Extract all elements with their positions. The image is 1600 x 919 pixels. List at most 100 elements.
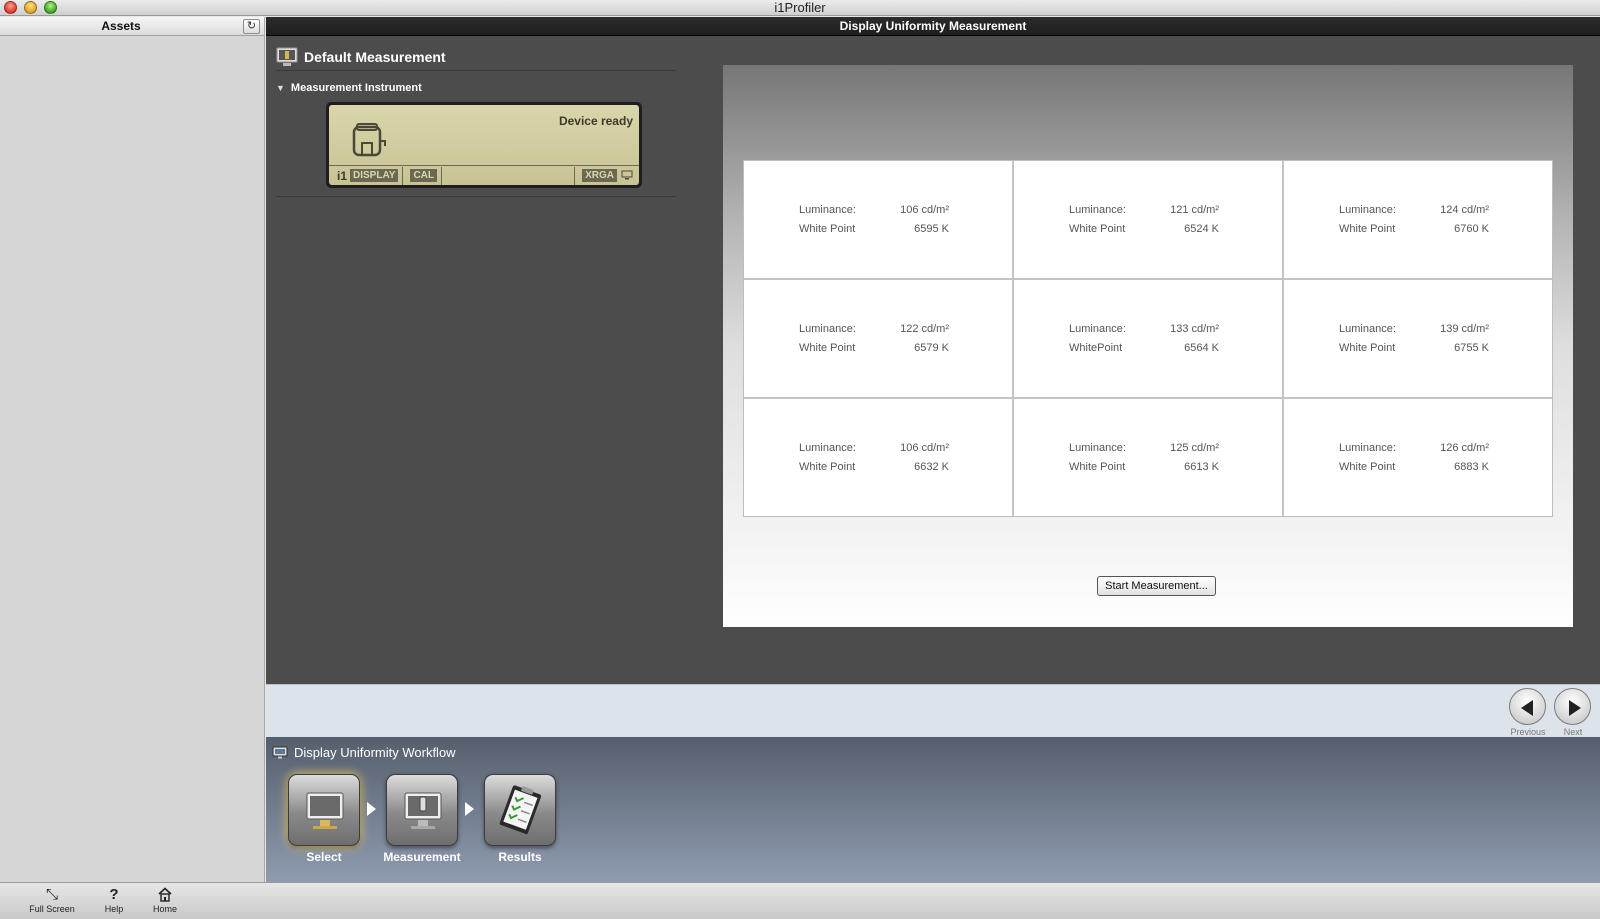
measurement-set-icon [276, 47, 298, 67]
lcd-tag-cal: CAL [410, 169, 437, 182]
luminance-value: 125 cd/m² [1170, 442, 1219, 454]
luminance-label: Luminance: [799, 442, 856, 454]
luminance-label: Luminance: [1069, 204, 1126, 216]
uniformity-panel: Luminance: 106 cd/m² White Point 6595 K Lu… [723, 65, 1573, 627]
luminance-value: 133 cd/m² [1170, 323, 1219, 335]
luminance-value: 121 cd/m² [1170, 204, 1219, 216]
start-measurement-button[interactable]: Start Measurement... [1097, 576, 1216, 596]
workflow-title-text: Display Uniformity Workflow [294, 745, 456, 760]
white-point-label: White Point [1069, 223, 1126, 235]
lcd-tag-display: DISPLAY [350, 169, 399, 182]
step-measurement-button[interactable] [386, 774, 458, 846]
home-label: Home [152, 904, 177, 914]
measurement-cell: Luminance: 133 cd/m² WhitePoint 6564 K [1014, 280, 1282, 397]
step-arrow-icon [465, 802, 474, 816]
white-point-label: White Point [799, 223, 856, 235]
workflow-title: Display Uniformity Workflow [272, 745, 456, 760]
assets-sidebar: Assets ↻ [0, 17, 265, 882]
fullscreen-icon: ⤡ [45, 886, 58, 903]
luminance-value: 122 cd/m² [900, 323, 949, 335]
divider [276, 196, 676, 197]
window-title: i1Profiler [774, 0, 826, 15]
white-point-value: 6524 K [1184, 223, 1219, 235]
next-button[interactable] [1554, 688, 1591, 725]
navigation-strip: Previous Next [266, 684, 1600, 738]
divider [276, 70, 676, 71]
white-point-value: 6613 K [1184, 461, 1219, 473]
assets-header: Assets ↻ [0, 17, 264, 36]
left-arrow-icon [1521, 700, 1533, 716]
measurement-cell: Luminance: 125 cd/m² White Point 6613 K [1014, 399, 1282, 516]
lcd-tag-xrga: XRGA [582, 169, 617, 182]
display-icon [621, 169, 633, 183]
fullscreen-button[interactable]: ⤡ Full Screen [22, 886, 82, 915]
white-point-label: White Point [1339, 223, 1396, 235]
device-status: Device ready [558, 114, 633, 128]
white-point-value: 6760 K [1454, 223, 1489, 235]
white-point-value: 6579 K [914, 342, 949, 354]
white-point-label: White Point [1339, 461, 1396, 473]
luminance-value: 124 cd/m² [1440, 204, 1489, 216]
workflow-bar: Display Uniformity Workflow Select Measu… [266, 738, 1600, 882]
luminance-label: Luminance: [1069, 323, 1126, 335]
measurement-cell: Luminance: 126 cd/m² White Point 6883 K [1284, 399, 1552, 516]
window-titlebar: i1Profiler [0, 0, 1600, 16]
instrument-section-title: Measurement Instrument [290, 82, 422, 94]
step-arrow-icon [367, 802, 376, 816]
measurement-cell: Luminance: 124 cd/m² White Point 6760 K [1284, 161, 1552, 278]
measurement-cell: Luminance: 139 cd/m² White Point 6755 K [1284, 280, 1552, 397]
lcd-status-bar: i1 DISPLAY CAL XRGA [329, 165, 639, 185]
luminance-value: 139 cd/m² [1440, 323, 1489, 335]
clipboard-results-icon [499, 785, 542, 835]
page-title: Display Uniformity Measurement [839, 19, 1027, 33]
measurement-cell: Luminance: 106 cd/m² White Point 6632 K [744, 399, 1012, 516]
luminance-label: Luminance: [799, 323, 856, 335]
measurement-cell: Luminance: 121 cd/m² White Point 6524 K [1014, 161, 1282, 278]
luminance-label: Luminance: [1339, 442, 1396, 454]
white-point-value: 6632 K [914, 461, 949, 473]
white-point-value: 6883 K [1454, 461, 1489, 473]
white-point-label: White Point [1339, 342, 1396, 354]
white-point-label: White Point [1069, 461, 1126, 473]
luminance-label: Luminance: [1339, 323, 1396, 335]
white-point-value: 6595 K [914, 223, 949, 235]
step-select-label: Select [306, 850, 342, 864]
monitor-icon [306, 792, 344, 829]
i1-logo: i1 [337, 168, 348, 183]
luminance-value: 106 cd/m² [900, 442, 949, 454]
page-header: Display Uniformity Measurement [266, 17, 1600, 36]
instrument-lcd-display: Device ready i1 DISPLAY CAL XRGA [326, 102, 642, 188]
right-arrow-icon [1569, 700, 1581, 716]
home-button[interactable]: Home [135, 887, 195, 914]
disclosure-triangle-icon[interactable]: ▼ [276, 83, 285, 93]
measurement-cell: Luminance: 106 cd/m² White Point 6595 K [744, 161, 1012, 278]
workflow-monitor-icon [272, 746, 288, 759]
main-area: Default Measurement ▼ Measurement Instru… [266, 36, 1600, 684]
white-point-value: 6564 K [1184, 342, 1219, 354]
step-results-button[interactable] [484, 774, 556, 846]
bottom-toolbar: ⤡ Full Screen ? Help Home [0, 882, 1600, 919]
luminance-value: 106 cd/m² [900, 204, 949, 216]
luminance-label: Luminance: [799, 204, 856, 216]
white-point-label: White Point [799, 461, 856, 473]
step-results-label: Results [498, 850, 542, 864]
step-select-button[interactable] [288, 774, 360, 846]
measurement-name: Default Measurement [304, 49, 446, 65]
luminance-label: Luminance: [1339, 204, 1396, 216]
luminance-value: 126 cd/m² [1440, 442, 1489, 454]
measurement-section-title: Default Measurement [276, 46, 446, 68]
instrument-section-toggle[interactable]: ▼ Measurement Instrument [276, 82, 422, 94]
luminance-label: Luminance: [1069, 442, 1126, 454]
fullscreen-label: Full Screen [29, 904, 75, 914]
next-label: Next [1563, 727, 1583, 737]
instrument-device-icon [351, 121, 389, 159]
refresh-icon[interactable]: ↻ [243, 19, 260, 34]
white-point-label: WhitePoint [1069, 342, 1123, 354]
uniformity-grid: Luminance: 106 cd/m² White Point 6595 K Lu… [743, 160, 1553, 517]
assets-title: Assets [101, 19, 141, 33]
previous-label: Previous [1510, 727, 1546, 737]
monitor-measure-icon [404, 792, 442, 829]
white-point-value: 6755 K [1454, 342, 1489, 354]
previous-button[interactable] [1509, 688, 1546, 725]
step-measurement-label: Measurement [383, 850, 461, 864]
